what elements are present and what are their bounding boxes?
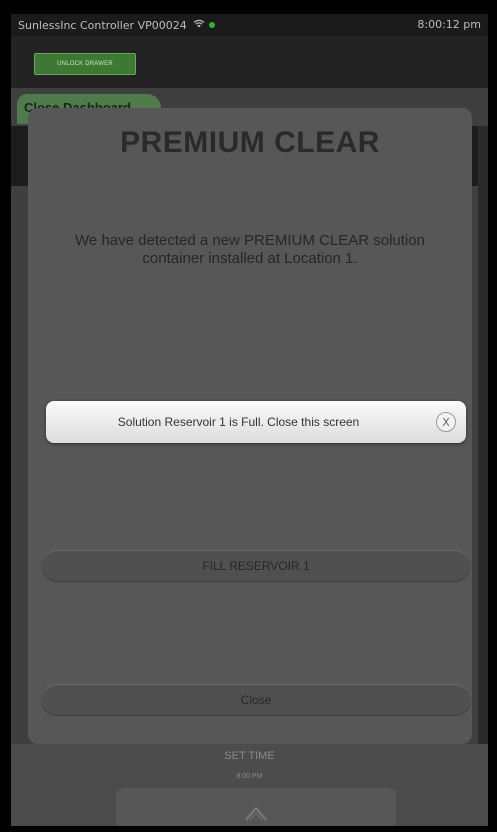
dialog-message: We have detected a new PREMIUM CLEAR sol…	[75, 232, 425, 267]
toast-message: Solution Reservoir 1 is Full. Close this…	[117, 415, 360, 429]
status-bar: SunlessInc Controller VP00024 8:00:12 pm	[11, 14, 488, 36]
close-icon[interactable]: X	[436, 412, 456, 432]
time-picker-panel	[116, 788, 396, 826]
device-screen: SunlessInc Controller VP00024 8:00:12 pm…	[11, 14, 488, 826]
time-value: 8:00 PM	[236, 773, 263, 780]
set-time-label[interactable]: SET TIME	[11, 750, 488, 762]
wifi-icon	[193, 19, 205, 31]
fill-reservoir-button[interactable]: FILL RESERVOIR 1	[41, 550, 471, 582]
up-arrow-icon[interactable]	[244, 800, 268, 824]
status-title: SunlessInc Controller VP00024	[18, 18, 187, 32]
dashboard-right-edge	[478, 126, 488, 746]
connection-status-icon	[208, 22, 215, 28]
unlock-drawer-button[interactable]: UNLOCK DRAWER	[34, 53, 136, 75]
bottom-area: SET TIME 8:00 PM	[11, 744, 488, 826]
close-button[interactable]: Close	[41, 684, 471, 716]
status-time: 8:00:12 pm	[417, 18, 481, 31]
reservoir-full-toast[interactable]: Solution Reservoir 1 is Full. Close this…	[46, 401, 466, 443]
top-bar: UNLOCK DRAWER	[11, 36, 488, 88]
dialog-title: PREMIUM CLEAR	[120, 126, 380, 159]
